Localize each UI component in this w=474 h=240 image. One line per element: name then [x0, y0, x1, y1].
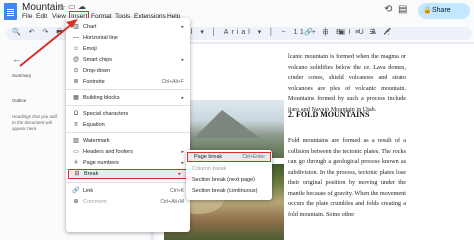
outline-hint: Headings that you add to the document wi… [12, 114, 58, 131]
submenu-item-label: Page break [194, 154, 223, 160]
emoji-icon: ☺ [72, 46, 80, 52]
submenu-item-column-break[interactable]: Column break [186, 164, 272, 174]
watermark-icon: ▧ [73, 138, 79, 144]
break-icon: ⊟ [74, 171, 80, 177]
submenu-item-section-break-continuous[interactable]: Section break (continuous) [186, 186, 272, 196]
menu-divider [66, 105, 190, 106]
menu-divider [66, 132, 190, 133]
submenu-arrow-icon: ▸ [181, 160, 184, 166]
submenu-arrow-icon: ▸ [181, 149, 184, 155]
menu-edit[interactable]: Edit [36, 13, 47, 20]
menu-item-label: Smart chips [83, 57, 113, 63]
lock-icon: 🔒 [423, 7, 432, 14]
menu-divider [66, 182, 190, 183]
menu-item-label: Link [83, 188, 94, 194]
page-numbers-icon: # [74, 160, 78, 166]
shortcut-label: Ctrl+Enter [242, 154, 265, 160]
folder-icon[interactable]: ▭ [68, 2, 76, 11]
pi-icon: π [73, 122, 79, 128]
menu-item-link[interactable]: 🔗 Link Ctrl+K [66, 186, 190, 196]
menu-divider [66, 89, 190, 90]
menu-item-label: Horizontal line [83, 35, 118, 41]
document-outline-panel: ← Summary Outline Headings that you add … [0, 46, 66, 240]
menu-item-watermark[interactable]: ▧ Watermark [66, 136, 190, 146]
docs-logo-icon[interactable] [4, 3, 17, 20]
paragraph-volcanic[interactable]: lcanic mountain is formed when the magma… [288, 52, 406, 115]
outline-label: Outline [12, 98, 27, 103]
menu-item-label: Special characters [83, 111, 129, 117]
submenu-item-page-break[interactable]: Page break Ctrl+Enter [187, 152, 271, 162]
toolbar-right-icons[interactable]: 🔗 ⊞ ▣ ≡ ☰ ⋮ [304, 28, 396, 36]
menu-item-label: Page numbers [83, 160, 119, 166]
horizontal-line-icon: ― [73, 35, 79, 41]
cloud-status-icon: ☁ [78, 2, 86, 11]
smart-chips-icon: @ [72, 57, 80, 63]
menu-item-label: Drop-down [83, 68, 110, 74]
comment-icon: ⊕ [73, 199, 79, 205]
menu-item-label: Footnote [83, 79, 105, 85]
submenu-arrow-icon: ▸ [181, 24, 184, 30]
menu-item-building-blocks[interactable]: ▦ Building blocks ▸ [66, 93, 190, 103]
submenu-item-section-break-next[interactable]: Section break (next page) [186, 175, 272, 185]
menu-item-footnote[interactable]: ≣ Footnote Ctrl+Alt+F [66, 77, 190, 87]
menu-item-label: Equation [83, 122, 105, 128]
summary-label: Summary [12, 73, 32, 78]
menu-item-smart-chips[interactable]: @ Smart chips ▸ [66, 55, 190, 65]
menu-item-label: Emoji [83, 46, 97, 52]
menu-item-comment[interactable]: ⊕ Comment Ctrl+Alt+M [66, 197, 190, 207]
menu-item-page-numbers[interactable]: # Page numbers ▸ [66, 158, 190, 168]
footnote-icon: ≣ [73, 79, 79, 85]
menu-view[interactable]: View [52, 13, 66, 20]
submenu-item-label: Section break (next page) [192, 177, 255, 183]
menu-item-label: Comment [83, 199, 107, 205]
star-icon[interactable]: ☆ [58, 2, 66, 13]
version-history-icon[interactable]: ⟲ [384, 4, 392, 15]
share-label: Share [432, 7, 451, 14]
back-arrow-icon[interactable]: ← [12, 54, 21, 64]
chart-icon: ▥ [73, 24, 79, 30]
menu-item-chart[interactable]: ▥ Chart ▸ [66, 22, 190, 32]
share-button[interactable]: 🔒 Share [418, 3, 470, 19]
menu-item-label: Watermark [83, 138, 110, 144]
shortcut-label: Ctrl+Alt+M [160, 199, 184, 205]
menu-item-headers-footers[interactable]: ▭ Headers and footers ▸ [66, 147, 190, 157]
dropdown-icon: ⊙ [73, 68, 79, 74]
menu-item-label: Headers and footers [83, 149, 133, 155]
menu-item-break[interactable]: ⊟ Break ▸ [68, 169, 188, 179]
heading-fold-mountains[interactable]: 2. FOLD MOUNTAINS [288, 110, 369, 119]
submenu-item-label: Section break (continuous) [192, 188, 258, 194]
paragraph-fold[interactable]: Fold mountains are formed as a result of… [288, 136, 406, 220]
submenu-arrow-icon: ▸ [181, 95, 184, 101]
insert-menu: ▥ Chart ▸ ― Horizontal line ☺ Emoji @ Sm… [66, 18, 190, 232]
menu-item-label: Building blocks [83, 95, 120, 101]
menu-file[interactable]: File [22, 13, 32, 20]
menu-item-equation[interactable]: π Equation [66, 120, 190, 130]
menu-item-emoji[interactable]: ☺ Emoji [66, 44, 190, 54]
document-title[interactable]: Mountain [22, 2, 63, 13]
break-submenu: Page break Ctrl+Enter Column break Secti… [186, 150, 272, 200]
submenu-arrow-icon: ▸ [178, 171, 181, 177]
header-footer-icon: ▭ [73, 149, 79, 155]
omega-icon: Ω [73, 111, 79, 117]
comments-icon[interactable]: ▤ [398, 4, 407, 15]
shortcut-label: Ctrl+Alt+F [161, 79, 184, 85]
submenu-item-label: Column break [192, 166, 227, 172]
menu-item-label: Chart [83, 24, 97, 30]
menu-item-horizontal-line[interactable]: ― Horizontal line [66, 33, 190, 43]
menu-item-drop-down[interactable]: ⊙ Drop-down [66, 66, 190, 76]
building-blocks-icon: ▦ [73, 95, 79, 101]
submenu-arrow-icon: ▸ [181, 57, 184, 63]
link-icon: 🔗 [72, 188, 80, 194]
menu-item-special-characters[interactable]: Ω Special characters [66, 109, 190, 119]
shortcut-label: Ctrl+K [169, 188, 184, 194]
menu-item-label: Break [84, 171, 99, 177]
